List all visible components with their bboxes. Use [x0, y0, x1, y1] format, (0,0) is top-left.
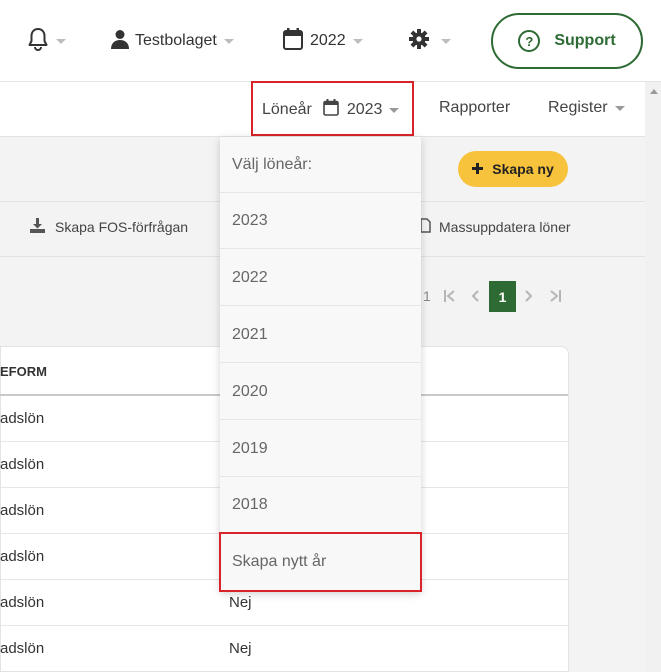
calendar-icon [283, 27, 303, 55]
first-page-icon[interactable] [444, 289, 455, 305]
payroll-year-highlight [251, 81, 414, 136]
year-option[interactable]: 2018 [220, 477, 421, 533]
notifications-menu[interactable] [27, 27, 66, 56]
mass-update-label: Massuppdatera löner [439, 219, 571, 235]
help-icon: ? [518, 30, 541, 52]
fos-request-label: Skapa FOS-förfrågan [55, 219, 189, 235]
year-option-label: 2020 [232, 382, 268, 400]
reports-menu[interactable]: Rapporter [439, 99, 510, 117]
register-label: Register [548, 99, 608, 116]
gear-icon [409, 28, 429, 54]
table-cell-salary-form: adslön [0, 594, 45, 611]
payroll-year-dropdown: Välj löneår: 2023 2022 2021 2020 2019 20… [220, 137, 421, 592]
support-button[interactable]: ? Support [491, 13, 643, 69]
year-option[interactable]: 2020 [220, 364, 421, 420]
bell-icon [27, 27, 49, 56]
chevron-down-icon [223, 38, 234, 44]
year-option[interactable]: 2019 [220, 421, 421, 477]
fos-request-button[interactable]: Skapa FOS-förfrågan [30, 218, 188, 236]
row-divider [0, 625, 568, 626]
download-icon [30, 218, 45, 236]
previous-page-icon[interactable] [471, 289, 479, 305]
year-option-label: 2019 [232, 439, 268, 457]
table-cell-salary-form: adslön [0, 548, 45, 565]
company-menu[interactable]: Testbolaget [111, 28, 234, 54]
last-page-icon[interactable] [550, 289, 561, 305]
settings-menu[interactable] [409, 28, 451, 54]
year-value: 2022 [310, 32, 346, 49]
page-count: 1 [423, 288, 431, 304]
scroll-up-arrow-icon[interactable] [650, 89, 658, 94]
create-year-highlight [219, 532, 422, 592]
year-option-label: 2022 [232, 268, 268, 286]
create-new-button[interactable]: Skapa ny [458, 151, 568, 187]
current-page-button[interactable]: 1 [489, 281, 516, 312]
reports-label: Rapporter [439, 99, 511, 116]
year-option-label: 2021 [232, 325, 268, 343]
table-cell-salary-form: adslön [0, 640, 45, 657]
year-option[interactable]: 2023 [220, 193, 421, 249]
chevron-down-icon [441, 38, 451, 44]
chevron-down-icon [614, 105, 625, 111]
year-option[interactable]: 2022 [220, 250, 421, 306]
year-menu[interactable]: 2022 [283, 27, 363, 55]
year-option[interactable]: 2021 [220, 307, 421, 363]
register-menu[interactable]: Register [548, 99, 625, 117]
company-name: Testbolaget [135, 32, 217, 49]
dropdown-heading-label: Välj löneår: [232, 155, 313, 173]
table-cell-salary-form: adslön [0, 456, 45, 473]
create-new-label: Skapa ny [492, 161, 554, 177]
scrollbar[interactable] [645, 82, 661, 672]
file-icon [420, 218, 431, 236]
table-cell-value: Nej [229, 594, 252, 611]
chevron-down-icon [56, 38, 66, 44]
table-cell-salary-form: adslön [0, 410, 45, 427]
table-cell-value: Nej [229, 640, 252, 657]
column-header-salary-form: EFORM [0, 364, 47, 379]
next-page-icon[interactable] [525, 289, 533, 305]
year-option-label: 2018 [232, 495, 268, 513]
dropdown-heading: Välj löneår: [220, 137, 421, 193]
year-option-label: 2023 [232, 211, 268, 229]
plus-icon [472, 161, 484, 177]
user-icon [111, 29, 129, 54]
mass-update-salaries-button[interactable]: Massuppdatera löner [420, 218, 571, 236]
support-label: Support [554, 32, 616, 49]
table-cell-salary-form: adslön [0, 502, 45, 519]
chevron-down-icon [352, 38, 363, 44]
